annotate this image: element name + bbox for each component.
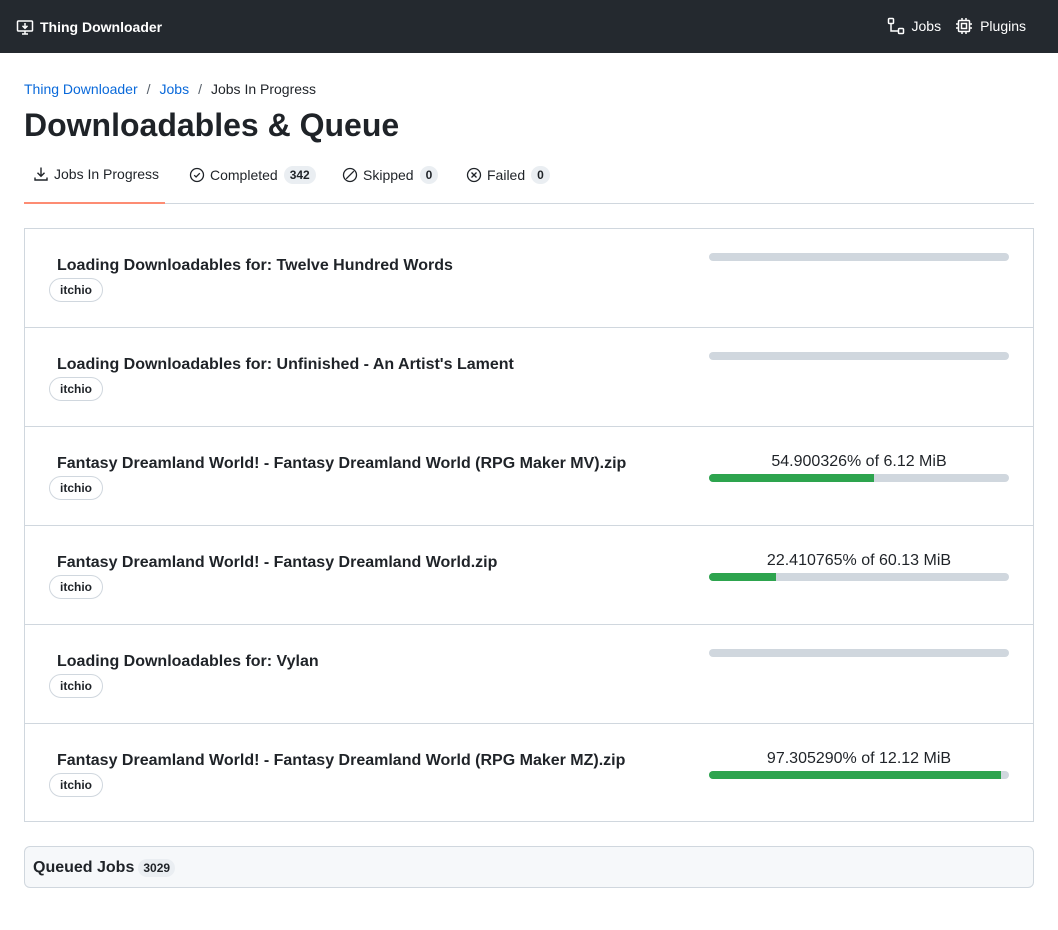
job-title: Loading Downloadables for: Unfinished - …	[57, 356, 514, 373]
source-badge: itchio	[49, 377, 103, 401]
source-badge: itchio	[49, 278, 103, 302]
tab-count-badge: 0	[531, 166, 550, 184]
job-title: Fantasy Dreamland World! - Fantasy Dream…	[57, 455, 627, 472]
nav-plugins-label: Plugins	[980, 18, 1026, 34]
progress-text: 22.410765% of 60.13 MiB	[766, 552, 952, 569]
source-badge: itchio	[49, 674, 103, 698]
source-badge: itchio	[49, 476, 103, 500]
job-row: Loading Downloadables for: Unfinished - …	[25, 328, 1033, 427]
job-title: Loading Downloadables for: Vylan	[57, 653, 319, 670]
progress-bar-fill	[709, 771, 1001, 779]
tab-completed[interactable]: Completed 342	[189, 160, 316, 204]
app-title: Thing Downloader	[40, 19, 163, 35]
queued-jobs-count: 3029	[138, 858, 176, 877]
breadcrumb-jobs-link[interactable]: Jobs	[160, 81, 190, 98]
job-title: Fantasy Dreamland World! - Fantasy Dream…	[57, 554, 498, 571]
queued-jobs-panel: Queued Jobs 3029	[24, 846, 1034, 888]
job-row: Loading Downloadables for: Vylan itchio	[25, 625, 1033, 724]
job-row: Loading Downloadables for: Twelve Hundre…	[25, 229, 1033, 328]
tab-failed[interactable]: Failed 0	[466, 160, 550, 204]
nav-plugins[interactable]: Plugins	[955, 17, 1026, 35]
breadcrumb: Thing Downloader / Jobs / Jobs In Progre…	[24, 81, 316, 98]
nav-jobs[interactable]: Jobs	[887, 17, 942, 35]
tab-label: Failed	[487, 167, 526, 183]
progress-bar	[709, 573, 1009, 581]
job-title: Loading Downloadables for: Twelve Hundre…	[57, 257, 453, 274]
job-row: Fantasy Dreamland World! - Fantasy Dream…	[25, 427, 1033, 526]
app-brand-link[interactable]: Thing Downloader	[16, 17, 162, 37]
jobs-in-progress-list: Loading Downloadables for: Twelve Hundre…	[24, 228, 1034, 822]
queued-jobs-toggle[interactable]: Queued Jobs 3029	[33, 858, 176, 877]
download-icon	[33, 166, 49, 182]
workflow-icon	[887, 17, 905, 35]
tab-count-badge: 342	[283, 166, 316, 184]
breadcrumb-current: Jobs In Progress	[210, 81, 317, 97]
top-navbar: Thing Downloader Jobs Plugins	[0, 0, 1058, 53]
progress-bar-fill	[709, 474, 874, 482]
progress-bar	[709, 352, 1009, 360]
queued-jobs-title: Queued Jobs	[33, 859, 135, 876]
check-circle-icon	[189, 167, 205, 183]
tab-bar: Jobs In Progress Completed 342 Skipped 0	[24, 160, 1034, 204]
job-title: Fantasy Dreamland World! - Fantasy Dream…	[57, 752, 626, 769]
progress-bar	[709, 474, 1009, 482]
nav-jobs-label: Jobs	[911, 18, 942, 34]
breadcrumb-separator: /	[198, 81, 202, 97]
skip-icon	[342, 167, 358, 183]
breadcrumb-separator: /	[146, 81, 151, 97]
progress-bar	[709, 649, 1009, 657]
source-badge: itchio	[49, 773, 103, 797]
page-title: Downloadables & Queue	[24, 107, 400, 143]
source-badge: itchio	[49, 575, 103, 599]
tab-label: Jobs In Progress	[54, 166, 160, 182]
job-row: Fantasy Dreamland World! - Fantasy Dream…	[25, 526, 1033, 625]
job-row: Fantasy Dreamland World! - Fantasy Dream…	[25, 724, 1033, 823]
tab-label: Completed	[210, 167, 278, 183]
progress-text: 97.305290% of 12.12 MiB	[766, 750, 952, 767]
progress-bar-fill	[709, 573, 777, 581]
progress-bar	[709, 771, 1009, 779]
tab-skipped[interactable]: Skipped 0	[342, 160, 439, 204]
tab-jobs-in-progress[interactable]: Jobs In Progress	[24, 160, 165, 204]
tab-label: Skipped	[363, 167, 414, 183]
tab-count-badge: 0	[419, 166, 439, 184]
top-nav: Jobs Plugins	[873, 17, 1026, 35]
breadcrumb-home-link[interactable]: Thing Downloader	[24, 81, 138, 98]
download-box-icon	[16, 18, 34, 36]
progress-text: 54.900326% of 6.12 MiB	[771, 453, 947, 470]
progress-bar	[709, 253, 1009, 261]
cpu-icon	[955, 17, 973, 35]
x-circle-icon	[466, 167, 482, 183]
